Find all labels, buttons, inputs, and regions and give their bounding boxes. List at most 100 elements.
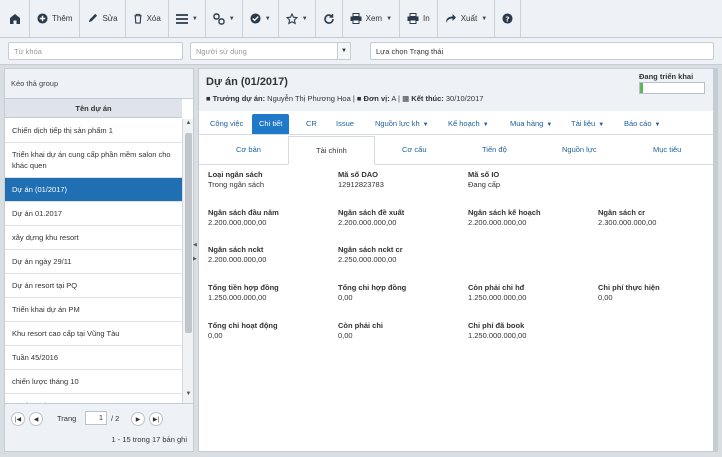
field-contract-remaining: Còn phải chi hđ 1.250.000.000,00 (468, 283, 526, 303)
view-button[interactable]: Xem ▼ (343, 0, 401, 37)
chevron-down-icon: ▼ (264, 15, 271, 22)
chevron-down-icon: ▼ (191, 15, 198, 22)
subtab-tai-chinh[interactable]: Tài chính (288, 136, 375, 165)
owner-value: Nguyễn Thị Phương Hoa (267, 94, 351, 103)
list-item[interactable]: Triển khai dự án cung cấp phần mềm salon… (5, 143, 182, 178)
first-page-icon[interactable]: |◀ (11, 412, 25, 426)
field-label: Ngân sách đầu năm (208, 208, 279, 217)
refresh-icon (323, 13, 335, 25)
chevron-down-icon: ▼ (598, 122, 605, 128)
favorite-button[interactable]: ▼ (279, 0, 316, 37)
subtab-tien-do[interactable]: Tiến độ (482, 145, 507, 154)
plus-circle-icon (37, 13, 48, 24)
field-value: 1.250.000.000,00 (208, 293, 267, 302)
field-label: Loại ngân sách (208, 170, 263, 179)
keyword-input[interactable]: Từ khóa (8, 42, 183, 60)
list-item[interactable]: xây dựng khu resort (5, 226, 182, 250)
field-label: Mã số DAO (338, 170, 379, 179)
project-name-column-header[interactable]: Tên dự án (5, 99, 182, 118)
list-scrollbar[interactable]: ▲ ▼ (182, 119, 193, 403)
tab-label: Tài liệu (571, 119, 596, 128)
last-page-icon[interactable]: ▶| (149, 412, 163, 426)
share-arrow-icon (445, 13, 457, 24)
list-item[interactable]: Dự án ngày 29/11 (5, 250, 182, 274)
field-label: Chi phí đã book (468, 321, 525, 330)
tab-ke-hoach[interactable]: Kế hoạch ▼ (441, 115, 496, 133)
page-total: / 2 (111, 414, 120, 423)
unit-label: Đơn vị: (363, 94, 390, 103)
tab-cong-viec[interactable]: Công việc (203, 115, 250, 133)
list-item[interactable]: Triển khai dự án PM (5, 298, 182, 322)
scroll-up-icon[interactable]: ▲ (183, 120, 194, 130)
next-page-icon[interactable]: ▶ (131, 412, 145, 426)
list-item-selected[interactable]: Dự án (01/2017) (5, 178, 182, 202)
export-button[interactable]: Xuất ▼ (438, 0, 496, 37)
page-title: Dự án (01/2017) (206, 76, 288, 88)
menu-button[interactable]: ▼ (169, 0, 206, 37)
question-circle-icon: ? (502, 13, 513, 24)
tab-label: CR (306, 119, 317, 128)
subtab-muc-tieu[interactable]: Mục tiêu (653, 145, 681, 154)
edit-button[interactable]: Sửa (80, 0, 126, 37)
list-item[interactable]: chiến lược tháng 10 (5, 370, 182, 394)
tab-cr[interactable]: CR (299, 115, 324, 133)
prev-page-icon[interactable]: ◀ (29, 412, 43, 426)
tab-mua-hang[interactable]: Mua hàng ▼ (503, 115, 559, 133)
subtab-co-cau[interactable]: Cơ cấu (402, 145, 427, 154)
link-icon (213, 12, 225, 25)
scrollbar-thumb[interactable] (185, 133, 192, 333)
tab-bao-cao[interactable]: Báo cáo ▼ (617, 115, 667, 133)
field-operation-total: Tổng chi hoạt động 0,00 (208, 321, 278, 341)
field-value: 2.300.000.000,00 (598, 218, 657, 227)
field-booked-cost: Chi phí đã book 1.250.000.000,00 (468, 321, 526, 341)
page-number-input[interactable]: 1 (85, 411, 107, 425)
list-item[interactable]: Dự án 01.2017 (5, 202, 182, 226)
user-select[interactable]: Người sử dụng (190, 42, 338, 60)
print-button[interactable]: In (400, 0, 438, 37)
group-drop-area[interactable]: Kéo thả group (5, 69, 193, 99)
page-scrollbar[interactable] (714, 68, 718, 452)
subtab-co-ban[interactable]: Cơ bản (236, 145, 261, 154)
home-icon: ■ (356, 94, 362, 103)
field-value: 0,00 (338, 331, 353, 340)
tab-chi-tiet[interactable]: Chi tiết (252, 114, 290, 134)
tab-label: Báo cáo (624, 119, 652, 128)
end-date-value: 30/10/2017 (445, 94, 484, 103)
star-icon (285, 12, 298, 25)
tab-nguon-luc-kh[interactable]: Nguồn lực kh ▼ (368, 115, 436, 133)
list-item[interactable]: Chiến dịch tiếp thị sản phẩm 1 (5, 119, 182, 143)
export-label: Xuất (460, 14, 478, 23)
field-value: 0,00 (598, 293, 613, 302)
link-button[interactable]: ▼ (206, 0, 243, 37)
field-contract-total: Tổng tiền hợp đồng 1.250.000.000,00 (208, 283, 279, 303)
owner-label: Trưởng dự án: (212, 94, 266, 103)
scroll-down-icon[interactable]: ▼ (183, 391, 194, 401)
chevron-down-icon: ▼ (228, 15, 235, 22)
field-budget-proposed: Ngân sách đề xuất 2.200.000.000,00 (338, 208, 404, 228)
tab-issue[interactable]: Issue (329, 115, 361, 133)
subtab-nguon-luc[interactable]: Nguồn lực (562, 145, 597, 154)
approve-button[interactable]: ▼ (243, 0, 279, 37)
field-value: 2.200.000.000,00 (208, 218, 267, 227)
detail-header: Dự án (01/2017) ■ Trưởng dự án: Nguyễn T… (199, 69, 713, 111)
help-button[interactable]: ? (495, 0, 522, 37)
toolbar: Thêm Sửa Xóa ▼ ▼ ▼ ▼ Xem ▼ In Xuất ▼ ? (0, 0, 722, 38)
user-icon: ■ (206, 94, 211, 103)
tab-label: Chi tiết (259, 119, 283, 128)
list-item[interactable]: Dự án resort tại PQ (5, 274, 182, 298)
field-budget-nckt-cr: Ngân sách nckt cr 2.250.000.000,00 (338, 245, 403, 265)
status-select[interactable]: Lựa chọn Trạng thái (370, 42, 714, 60)
add-button[interactable]: Thêm (30, 0, 81, 37)
field-value: Trong ngân sách (208, 180, 265, 189)
field-value: 2.250.000.000,00 (338, 255, 397, 264)
home-button[interactable] (0, 0, 30, 37)
user-select-dropdown-button[interactable]: ▼ (337, 42, 351, 60)
refresh-button[interactable] (316, 0, 343, 37)
field-dao-code: Mã số DAO 12912823783 (338, 170, 384, 190)
tab-tai-lieu[interactable]: Tài liệu ▼ (564, 115, 611, 133)
list-item[interactable]: Tuần 45/2016 (5, 346, 182, 370)
list-item[interactable]: Khu resort cao cấp tại Vũng Tàu (5, 322, 182, 346)
project-detail-panel: Dự án (01/2017) ■ Trưởng dự án: Nguyễn T… (198, 68, 714, 452)
delete-button[interactable]: Xóa (126, 0, 169, 37)
field-label: Ngân sách nckt (208, 245, 264, 254)
